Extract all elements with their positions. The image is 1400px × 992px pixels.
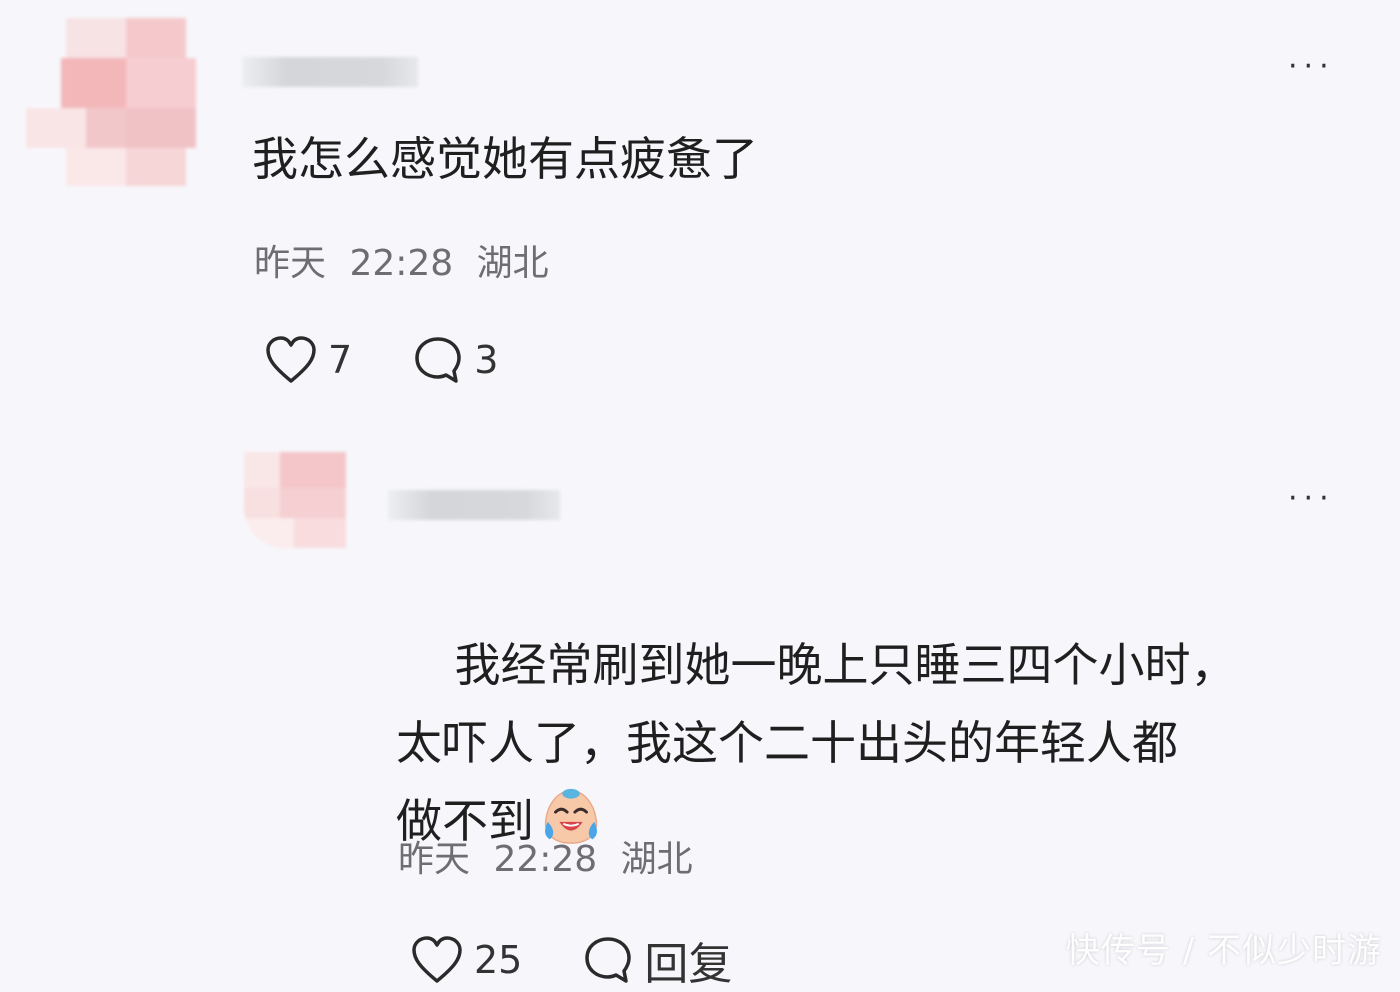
- comment-date: 昨天: [398, 839, 471, 880]
- avatar[interactable]: [244, 452, 346, 548]
- comment-location: 湖北: [476, 243, 549, 284]
- like-button[interactable]: 25: [410, 935, 522, 985]
- crying-laughing-emoji: [544, 788, 598, 844]
- more-dots-icon[interactable]: ···: [1288, 484, 1335, 514]
- comment-location: 湖北: [620, 839, 693, 880]
- like-count: 25: [474, 938, 523, 982]
- comment-actions: 7 3: [264, 334, 498, 386]
- username-redacted[interactable]: [242, 57, 418, 87]
- comment-date: 昨天: [254, 243, 327, 284]
- heart-outline-icon: [412, 936, 462, 983]
- reply-count: 3: [474, 338, 499, 382]
- reply-button[interactable]: 回复: [582, 928, 732, 992]
- like-count: 7: [328, 338, 353, 382]
- comment-bubble-icon: [415, 337, 461, 383]
- reply-label: 回复: [644, 939, 733, 990]
- comment-text: 我怎么感觉她有点疲惫了: [252, 132, 758, 186]
- comment-meta: 昨天 22:28 湖北: [254, 246, 549, 282]
- comment-2: ··· 我经常刷到她一晚上只睡三四个小时， 太吓人了，我这个二十出头的年轻人都 …: [0, 420, 1400, 990]
- comment-meta: 昨天 22:28 湖北: [398, 842, 693, 878]
- reply-button[interactable]: 3: [412, 334, 498, 386]
- comment-text-content: 我经常刷到她一晚上只睡三四个小时， 太吓人了，我这个二十出头的年轻人都 做不到: [396, 638, 1237, 848]
- username-redacted[interactable]: [388, 490, 560, 520]
- comment-1: ··· 我怎么感觉她有点疲惫了 昨天 22:28 湖北 7 3: [0, 0, 1400, 420]
- heart-outline-icon: [266, 336, 316, 383]
- comment-time: 22:28: [493, 839, 598, 880]
- avatar[interactable]: [26, 18, 206, 186]
- more-dots-icon[interactable]: ···: [1288, 52, 1335, 82]
- comment-bubble-icon: [585, 937, 632, 983]
- like-button[interactable]: 7: [264, 335, 352, 385]
- watermark: 快传号 / 不似少时游: [1065, 931, 1382, 971]
- comment-time: 22:28: [349, 243, 454, 284]
- comment-actions: 25 回复: [410, 928, 732, 992]
